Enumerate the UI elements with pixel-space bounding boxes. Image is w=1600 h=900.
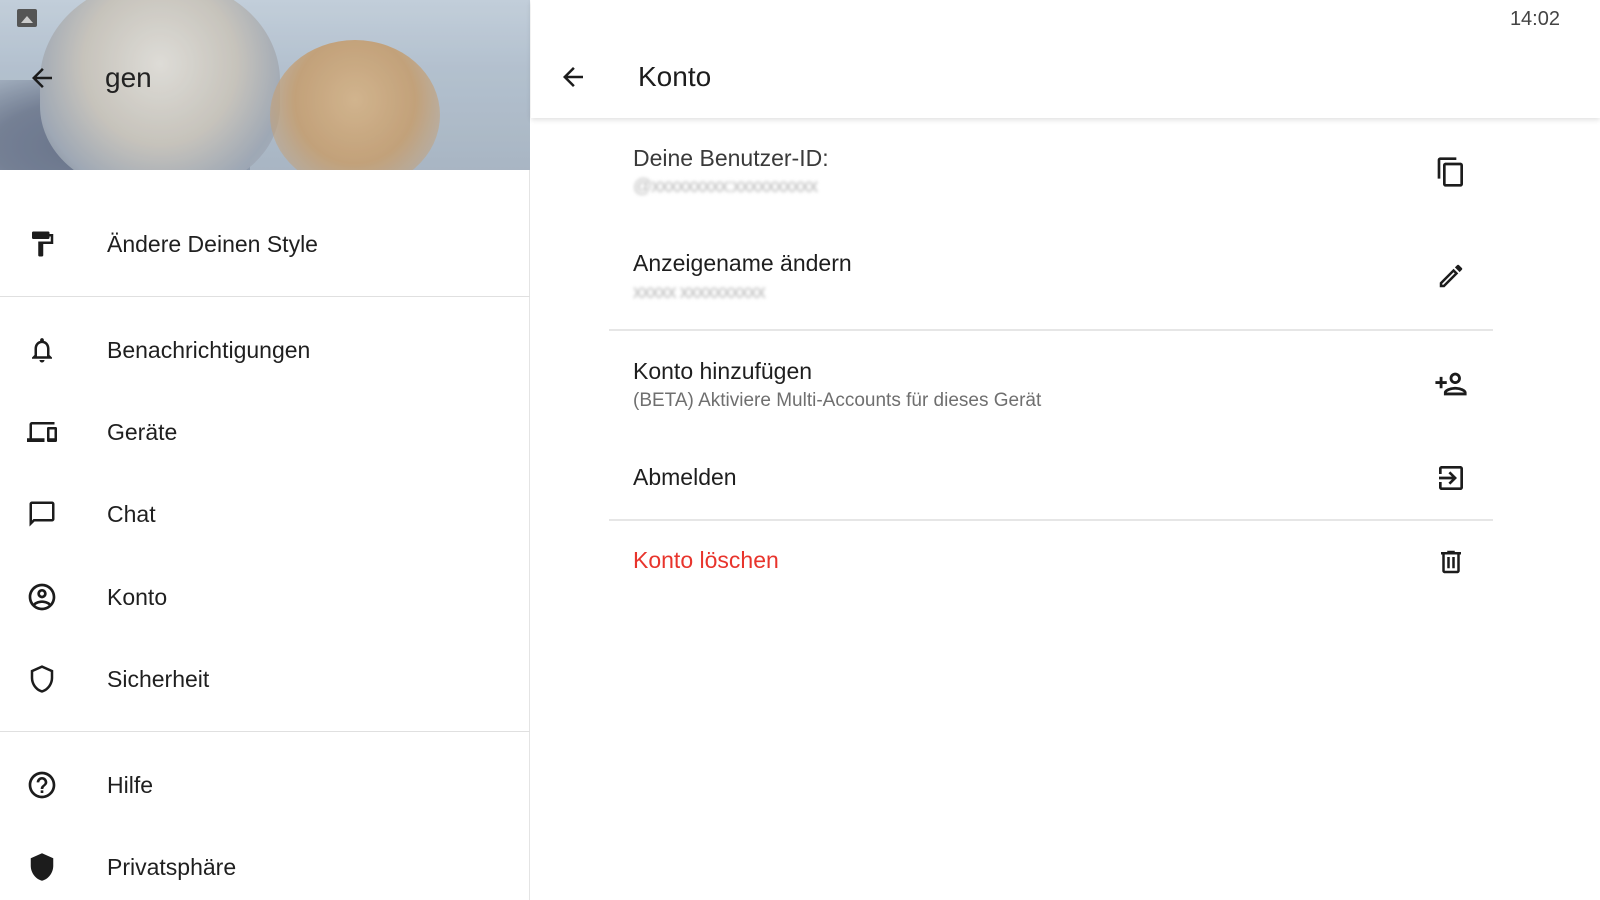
logout-button[interactable] [1431, 458, 1471, 498]
divider [609, 519, 1493, 521]
logout-row[interactable]: Abmelden [609, 450, 1493, 506]
display-name-value: xxxxx xxxxxxxxxx [633, 282, 766, 303]
menu-item-label: Benachrichtigungen [107, 336, 311, 363]
arrow-left-icon [32, 68, 52, 88]
shield-filled-icon [22, 847, 62, 887]
copy-icon [1437, 157, 1463, 187]
account-circle-icon [22, 577, 62, 617]
menu-item-label: Ändere Deinen Style [107, 230, 318, 257]
paint-roller-icon [22, 224, 62, 264]
delete-account-label: Konto löschen [633, 547, 779, 573]
divider [609, 329, 1493, 331]
menu-item-notifications[interactable]: Benachrichtigungen [0, 309, 530, 391]
delete-account-button[interactable] [1431, 542, 1471, 582]
user-id-row[interactable]: Deine Benutzer-ID: @xxxxxxxxx:xxxxxxxxxx [609, 140, 1493, 216]
person-add-icon [1435, 372, 1467, 396]
delete-account-row[interactable]: Konto löschen [609, 534, 1493, 590]
back-button[interactable] [553, 57, 593, 97]
menu-item-label: Hilfe [107, 771, 154, 798]
status-clock: 14:02 [1509, 8, 1560, 30]
menu-item-devices[interactable]: Geräte [0, 391, 530, 473]
status-bar: 14:02 [0, 0, 1600, 36]
menu-item-label: Privatsphäre [107, 853, 237, 880]
add-account-row[interactable]: Konto hinzufügen (BETA) Aktiviere Multi-… [609, 352, 1493, 432]
add-account-description: (BETA) Aktiviere Multi-Accounts für dies… [633, 390, 1042, 411]
menu-item-privacy[interactable]: Privatsphäre [0, 826, 530, 900]
logout-label: Abmelden [633, 464, 737, 490]
divider [0, 296, 530, 297]
display-name-row[interactable]: Anzeigename ändern xxxxx xxxxxxxxxx [609, 244, 1493, 324]
menu-item-style[interactable]: Ändere Deinen Style [0, 203, 530, 285]
menu-item-label: Konto [107, 583, 168, 610]
add-account-button[interactable] [1431, 364, 1471, 404]
left-header-title: gen [105, 62, 152, 93]
menu-item-help[interactable]: Hilfe [0, 744, 530, 826]
shield-outline-icon [22, 659, 62, 699]
menu-item-chat[interactable]: Chat [0, 473, 530, 555]
image-notification-icon [17, 9, 37, 27]
display-name-label: Anzeigename ändern [633, 250, 852, 276]
menu-item-label: Chat [107, 500, 156, 527]
bell-icon [22, 330, 62, 370]
divider [0, 731, 530, 732]
logout-icon [1439, 466, 1463, 490]
add-account-label: Konto hinzufügen [633, 358, 813, 384]
menu-item-label: Geräte [107, 418, 178, 445]
left-back-button[interactable] [22, 58, 62, 98]
arrow-left-icon [563, 67, 583, 87]
user-id-value: @xxxxxxxxx:xxxxxxxxxx [633, 176, 818, 197]
copy-button[interactable] [1431, 152, 1471, 192]
pencil-icon [1439, 264, 1463, 288]
trash-icon [1441, 550, 1461, 574]
edit-button[interactable] [1431, 256, 1471, 296]
menu-item-label: Sicherheit [107, 665, 210, 692]
devices-icon [22, 412, 62, 452]
settings-menu-pane: gen Ändere Deinen Style Benachrichtigung… [0, 0, 530, 900]
page-title: Konto [638, 61, 712, 92]
help-circle-icon [22, 765, 62, 805]
menu-item-account[interactable]: Konto [0, 556, 530, 638]
user-id-label: Deine Benutzer-ID: [633, 145, 829, 171]
menu-item-security[interactable]: Sicherheit [0, 638, 530, 720]
chat-bubble-icon [22, 494, 62, 534]
